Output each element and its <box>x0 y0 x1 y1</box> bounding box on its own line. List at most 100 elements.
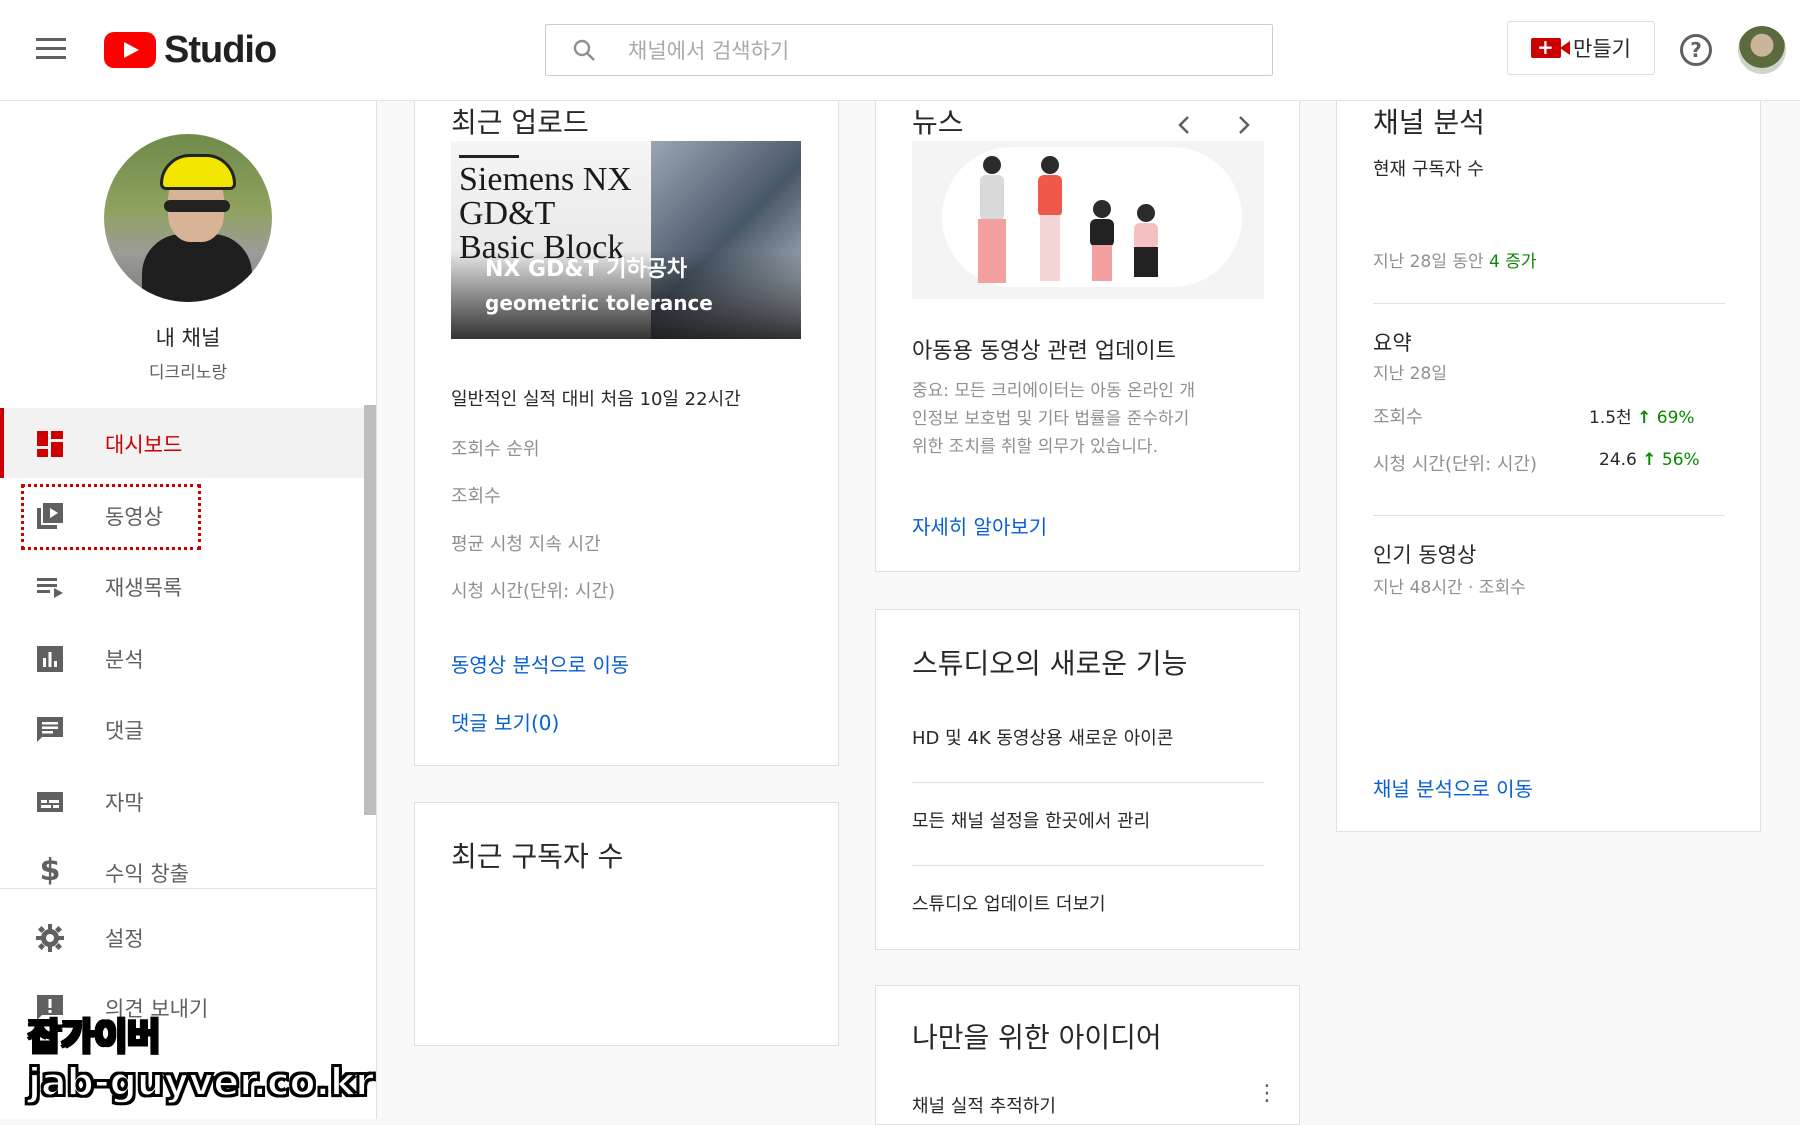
learn-more-link[interactable]: 자세히 알아보기 <box>912 511 1047 540</box>
thumb-overlay-subtitle: geometric tolerance <box>485 291 713 315</box>
sidebar: 내 채널 디크리노랑 대시보드 동영상 재생목록 분석 댓글 자막 $ 수익 창… <box>0 100 377 1119</box>
idea-item[interactable]: 채널 실적 추적하기 <box>912 1092 1056 1118</box>
news-illustration <box>912 141 1264 299</box>
whats-new-item[interactable]: HD 및 4K 동영상용 새로운 아이콘 <box>912 724 1173 750</box>
divider <box>1373 303 1725 304</box>
period-change: 4 증가 <box>1489 252 1537 272</box>
sidebar-item-label: 설정 <box>105 927 144 951</box>
search-box[interactable] <box>545 24 1273 76</box>
summary-period: 지난 28일 <box>1373 364 1447 384</box>
more-options-icon[interactable]: ⋮ <box>1256 1083 1278 1105</box>
sidebar-item-subtitles[interactable]: 자막 <box>0 766 364 836</box>
gear-icon <box>36 924 64 952</box>
arrow-up-icon: ↑ <box>1642 450 1657 470</box>
news-card: 뉴스 아동용 동영상 관련 업데이트 중요: 모든 크리에이터는 아동 온라인 … <box>875 82 1300 572</box>
watermark-line: jab-guyver.co.kr <box>27 1059 375 1105</box>
current-subscribers-label: 현재 구독자 수 <box>1373 159 1484 180</box>
analytics-icon <box>37 646 63 672</box>
sidebar-item-monetization[interactable]: $ 수익 창출 <box>0 837 364 907</box>
thumb-title-line: Siemens NX <box>459 161 632 198</box>
sidebar-item-label: 동영상 <box>105 505 163 529</box>
card-title: 채널 분석 <box>1373 106 1485 139</box>
help-icon[interactable]: ? <box>1680 34 1712 66</box>
account-avatar[interactable] <box>1738 26 1786 74</box>
views-stat: 1.5천 ↑ 69% <box>1589 403 1695 428</box>
sidebar-item-playlists[interactable]: 재생목록 <box>0 551 364 621</box>
thumb-overlay-title: NX GD&T 기하공차 <box>485 257 688 282</box>
sidebar-item-settings[interactable]: 설정 <box>0 902 364 972</box>
period-text: 지난 28일 동안 <box>1373 252 1484 272</box>
card-title: 최근 업로드 <box>451 106 589 139</box>
chevron-right-icon[interactable] <box>1236 113 1252 137</box>
sidebar-item-dashboard[interactable]: 대시보드 <box>0 408 364 478</box>
top-videos-title: 인기 동영상 <box>1373 543 1477 567</box>
news-body: 중요: 모든 크리에이터는 아동 온라인 개 인정보 보호법 및 기타 법률을 … <box>912 377 1195 461</box>
sidebar-item-label: 재생목록 <box>105 576 183 600</box>
whats-new-item[interactable]: 스튜디오 업데이트 더보기 <box>912 890 1106 916</box>
views-change: 69% <box>1656 408 1695 428</box>
arrow-up-icon: ↑ <box>1637 408 1652 428</box>
whats-new-item[interactable]: 모든 채널 설정을 한곳에서 관리 <box>912 807 1150 833</box>
video-thumbnail[interactable]: Siemens NX GD&T Basic Block NX GD&T 기하공차… <box>451 141 801 339</box>
sidebar-item-label: 대시보드 <box>105 433 183 457</box>
recent-upload-card: 최근 업로드 Siemens NX GD&T Basic Block NX GD… <box>414 82 839 766</box>
metric-label: 시청 시간(단위: 시간) <box>451 581 616 602</box>
video-library-icon <box>37 503 63 529</box>
channel-handle: 디크리노랑 <box>148 363 228 383</box>
card-title: 스튜디오의 새로운 기능 <box>912 647 1188 680</box>
news-body-line: 인정보 보호법 및 기타 법률을 준수하기 <box>912 409 1190 429</box>
performance-summary: 일반적인 실적 대비 처음 10일 22시간 <box>451 389 741 410</box>
news-headline: 아동용 동영상 관련 업데이트 <box>912 339 1176 364</box>
subscriber-change: 지난 28일 동안 4 증가 <box>1373 247 1537 272</box>
view-comments-link[interactable]: 댓글 보기(0) <box>451 707 559 736</box>
top-bar: Studio 만들기 ? <box>0 0 1800 101</box>
studio-logo[interactable]: Studio <box>104 28 277 71</box>
sidebar-item-label: 분석 <box>105 648 144 672</box>
whats-new-card: 스튜디오의 새로운 기능 HD 및 4K 동영상용 새로운 아이콘 모든 채널 … <box>875 609 1300 950</box>
watch-time-value: 24.6 <box>1599 450 1637 470</box>
summary-title: 요약 <box>1373 331 1412 355</box>
divider <box>1373 515 1725 516</box>
sidebar-item-videos[interactable]: 동영상 <box>0 480 364 550</box>
sidebar-divider <box>0 888 376 889</box>
divider <box>912 865 1264 866</box>
sidebar-item-comments[interactable]: 댓글 <box>0 694 364 764</box>
chevron-left-icon[interactable] <box>1176 113 1192 137</box>
playlist-icon <box>37 578 63 598</box>
sidebar-item-label: 자막 <box>105 791 144 815</box>
channel-name: 내 채널 <box>155 326 221 350</box>
recent-subscribers-card: 최근 구독자 수 <box>414 802 839 1046</box>
card-title: 뉴스 <box>912 106 964 139</box>
create-video-icon <box>1531 35 1571 59</box>
watch-time-change: 56% <box>1661 450 1700 470</box>
card-title: 나만을 위한 아이디어 <box>912 1021 1162 1054</box>
channel-avatar[interactable] <box>104 134 272 302</box>
sidebar-scrollbar[interactable] <box>364 405 376 815</box>
divider <box>912 782 1264 783</box>
sidebar-item-label: 댓글 <box>105 719 144 743</box>
watch-time-stat: 24.6 ↑ 56% <box>1599 450 1700 470</box>
comments-icon <box>37 717 63 742</box>
metric-label: 평균 시청 지속 시간 <box>451 534 601 555</box>
create-button[interactable]: 만들기 <box>1507 21 1655 75</box>
metric-label: 조회수 <box>451 486 501 507</box>
youtube-logo-icon <box>104 32 156 68</box>
channel-analytics-link[interactable]: 채널 분석으로 이동 <box>1373 773 1533 802</box>
sidebar-item-analytics[interactable]: 분석 <box>0 623 364 693</box>
logo-text: Studio <box>164 28 277 71</box>
search-icon <box>573 39 595 61</box>
menu-icon[interactable] <box>36 38 66 62</box>
dollar-icon: $ <box>39 853 61 888</box>
views-value: 1.5천 <box>1589 408 1632 428</box>
news-body-line: 중요: 모든 크리에이터는 아동 온라인 개 <box>912 381 1195 401</box>
watermark: 잡가이버 jab-guyver.co.kr <box>27 1016 375 1105</box>
sidebar-item-label: 수익 창출 <box>105 862 189 886</box>
video-analytics-link[interactable]: 동영상 분석으로 이동 <box>451 649 629 678</box>
thumb-title-line: GD&T <box>459 195 556 232</box>
dashboard-icon <box>37 431 63 457</box>
top-videos-subtitle: 지난 48시간 · 조회수 <box>1373 578 1526 598</box>
channel-analytics-card: 채널 분석 현재 구독자 수 지난 28일 동안 4 증가 요약 지난 28일 … <box>1336 82 1761 832</box>
card-title: 최근 구독자 수 <box>451 840 624 873</box>
search-input[interactable] <box>626 33 1230 69</box>
create-button-label: 만들기 <box>1573 37 1631 61</box>
